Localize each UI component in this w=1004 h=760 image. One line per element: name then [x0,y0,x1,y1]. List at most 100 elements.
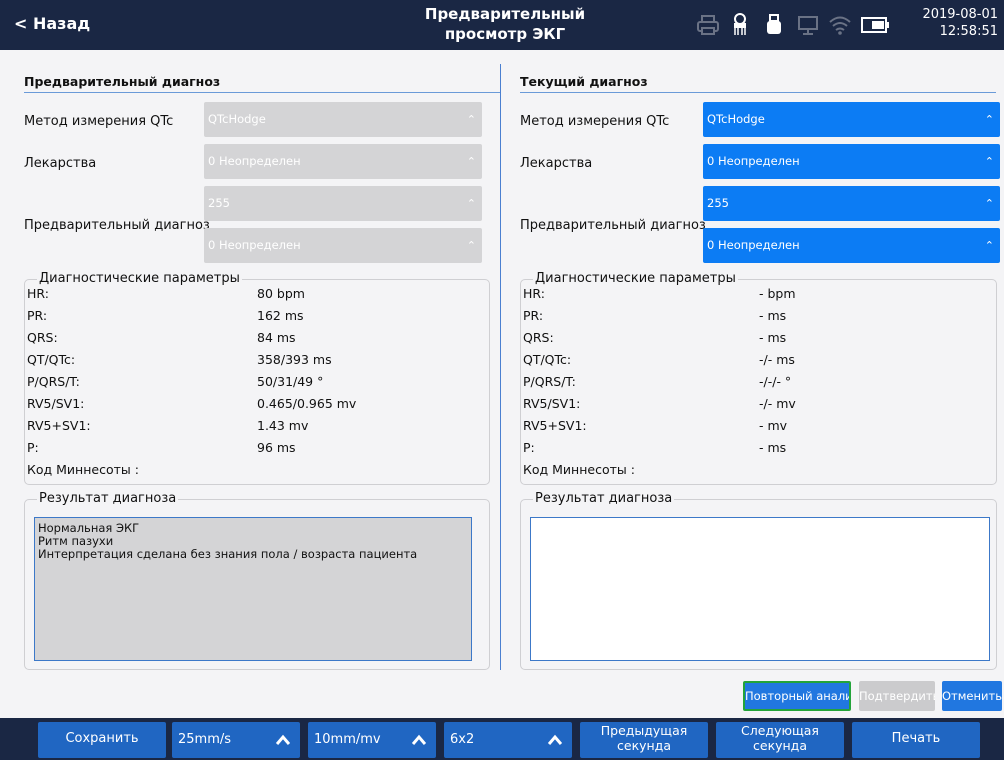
qtc-method-select: QTcHodge ⌃ [204,102,482,137]
qtc-method-select[interactable]: QTcHodge ⌃ [703,102,1000,137]
top-bar: < Назад Предварительный просмотр ЭКГ 201… [0,0,1004,50]
usb-drive-icon [767,14,781,34]
prediag-value-2: 0 Неопределен [707,238,800,252]
prediag-select-1: 255 ⌃ [204,186,482,221]
drugs-select[interactable]: 0 Неопределен ⌃ [703,144,1000,179]
chevron-up-icon: ⌃ [984,155,994,168]
label-line: Предыдущая [600,723,688,738]
save-button[interactable]: Сохранить [38,722,166,758]
reanalyze-button[interactable]: Повторный анализ [743,681,851,711]
chevron-up-icon: ⌃ [984,113,994,126]
gain-select[interactable]: 10mm/mv [308,722,436,758]
chevron-up-icon [276,734,290,745]
chevron-up-icon: ⌃ [466,155,476,168]
params-legend: Диагностические параметры [37,271,242,287]
param-name: Код Миннесоты : [27,462,139,477]
qtc-method-value: QTcHodge [707,112,765,126]
param-name: RV5/SV1: [523,396,581,411]
drugs-value: 0 Неопределен [208,154,301,168]
current-diagnosis-panel: Текущий диагноз Метод измерения QTc QTcH… [512,58,1000,678]
drugs-label: Лекарства [520,156,593,171]
clock-time: 12:58:51 [939,24,998,39]
param-value: - ms [759,440,787,455]
drugs-label: Лекарства [24,156,97,171]
chevron-up-icon [548,734,562,745]
panel-title: Текущий диагноз [520,74,648,89]
gain-value: 10mm/mv [314,732,381,747]
cancel-button[interactable]: Отменить [942,681,1002,711]
prediag-select-2: 0 Неопределен ⌃ [204,228,482,263]
divider [24,92,500,93]
result-group: Результат диагноза [520,491,997,670]
preliminary-diagnosis-panel: Предварительный диагноз Метод измерения … [16,58,500,678]
param-value: 80 bpm [257,286,305,301]
param-value: - ms [759,308,787,323]
electrode-icon [734,13,746,35]
param-value: - ms [759,330,787,345]
divider [520,92,996,93]
drugs-select: 0 Неопределен ⌃ [204,144,482,179]
prediag-select-1[interactable]: 255 ⌃ [703,186,1000,221]
param-name: QRS: [27,330,58,345]
param-value: -/- mv [759,396,796,411]
result-line: Интерпретация сделана без знания пола / … [38,547,418,561]
print-label: Печать [891,731,941,746]
chevron-up-icon: ⌃ [984,239,994,252]
back-button[interactable]: < Назад [14,14,90,33]
param-name: RV5+SV1: [27,418,91,433]
label-line: секунда [753,738,807,753]
param-name: P/QRS/T: [523,374,576,389]
save-label: Сохранить [65,731,139,746]
next-second-button[interactable]: Следующая секунда [716,722,844,758]
chevron-up-icon: ⌃ [466,113,476,126]
previous-second-button[interactable]: Предыдущая секунда [580,722,708,758]
param-name: QT/QTc: [523,352,572,367]
prediag-value-1: 255 [208,196,230,210]
param-name: HR: [523,286,545,301]
param-name: QT/QTc: [27,352,76,367]
bottom-toolbar: Сохранить 25mm/s 10mm/mv 6x2 Предыдущая … [0,718,1004,760]
chevron-up-icon [412,734,426,745]
param-value: - mv [759,418,788,433]
param-name: RV5/SV1: [27,396,85,411]
prediag-select-2[interactable]: 0 Неопределен ⌃ [703,228,1000,263]
next-second-label: Следующая секунда [716,723,844,753]
param-value: 358/393 ms [257,352,332,367]
prediag-label: Предварительный диагноз [24,218,210,233]
param-name: Код Миннесоты : [523,462,635,477]
diagnosis-result-input[interactable] [530,517,990,661]
diagnosis-result-text: Нормальная ЭКГ Ритм пазухи Интерпретация… [34,517,472,661]
qtc-method-value: QTcHodge [208,112,266,126]
print-button[interactable]: Печать [852,722,980,758]
param-name: HR: [27,286,49,301]
param-value: 96 ms [257,440,296,455]
param-value: 1.43 mv [257,418,309,433]
param-value: 84 ms [257,330,296,345]
wifi-icon [829,16,851,35]
previous-second-label: Предыдущая секунда [580,723,708,753]
speed-select[interactable]: 25mm/s [172,722,300,758]
params-group: Диагностические параметры HR: 80 bpm PR:… [24,271,490,485]
chevron-up-icon: ⌃ [984,197,994,210]
param-value: -/-/- ° [759,374,792,389]
layout-value: 6x2 [450,732,475,747]
panel-title: Предварительный диагноз [24,74,221,89]
params-legend: Диагностические параметры [533,271,738,287]
page-title: Предварительный просмотр ЭКГ [410,4,600,44]
clock-date: 2019-08-01 [922,7,998,22]
chevron-up-icon: ⌃ [466,239,476,252]
param-name: PR: [523,308,544,323]
confirm-button[interactable]: Подтвердить [859,681,935,711]
drugs-value: 0 Неопределен [707,154,800,168]
param-name: PR: [27,308,48,323]
param-value: - bpm [759,286,796,301]
param-value: 50/31/49 ° [257,374,324,389]
param-name: QRS: [523,330,554,345]
page-title-line2: просмотр ЭКГ [444,25,566,43]
printer-icon [697,15,719,35]
battery-icon [861,17,889,33]
qtc-method-label: Метод измерения QTc [24,114,174,129]
result-legend: Результат диагноза [533,491,675,507]
layout-select[interactable]: 6x2 [444,722,572,758]
speed-value: 25mm/s [178,732,232,747]
